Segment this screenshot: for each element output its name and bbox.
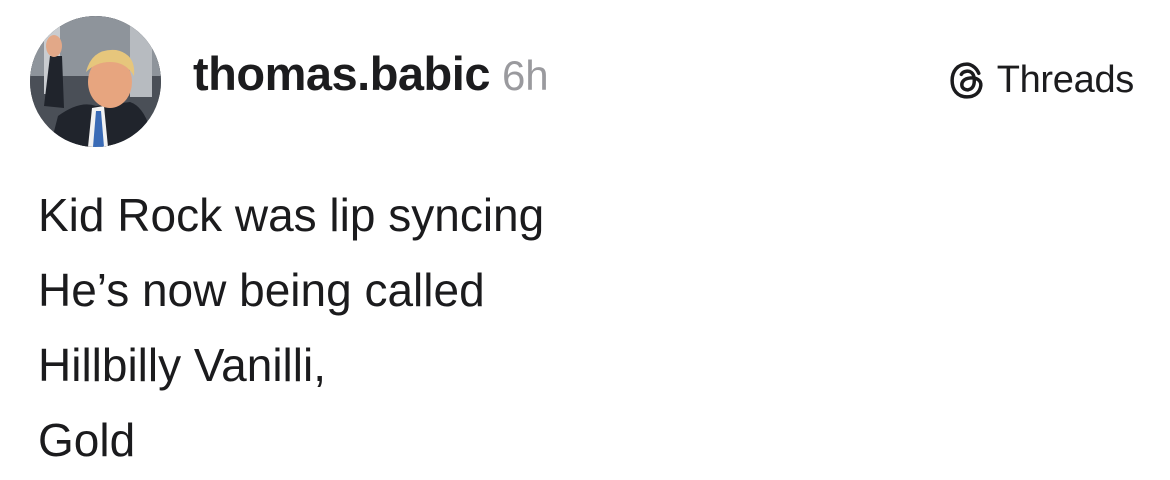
username[interactable]: thomas.babic <box>193 46 490 101</box>
post-timestamp: 6h <box>501 52 549 99</box>
post-text-line: Hillbilly Vanilli, <box>38 339 326 391</box>
threads-logo-icon <box>947 60 988 101</box>
threads-brand: Threads <box>947 55 1134 105</box>
post-text-line: Kid Rock was lip syncing <box>38 189 545 241</box>
post-text-line: Gold <box>38 414 136 466</box>
post-text-line: He’s now being called <box>38 264 485 316</box>
post-body: Kid Rock was lip syncing He’s now being … <box>38 178 1138 478</box>
threads-post: thomas.babic 6h Threads Kid Rock was lip… <box>0 0 1170 480</box>
threads-label: Threads <box>996 58 1135 101</box>
avatar[interactable] <box>30 16 161 147</box>
profile-photo <box>30 16 161 147</box>
post-header: thomas.babic 6h <box>193 46 549 110</box>
